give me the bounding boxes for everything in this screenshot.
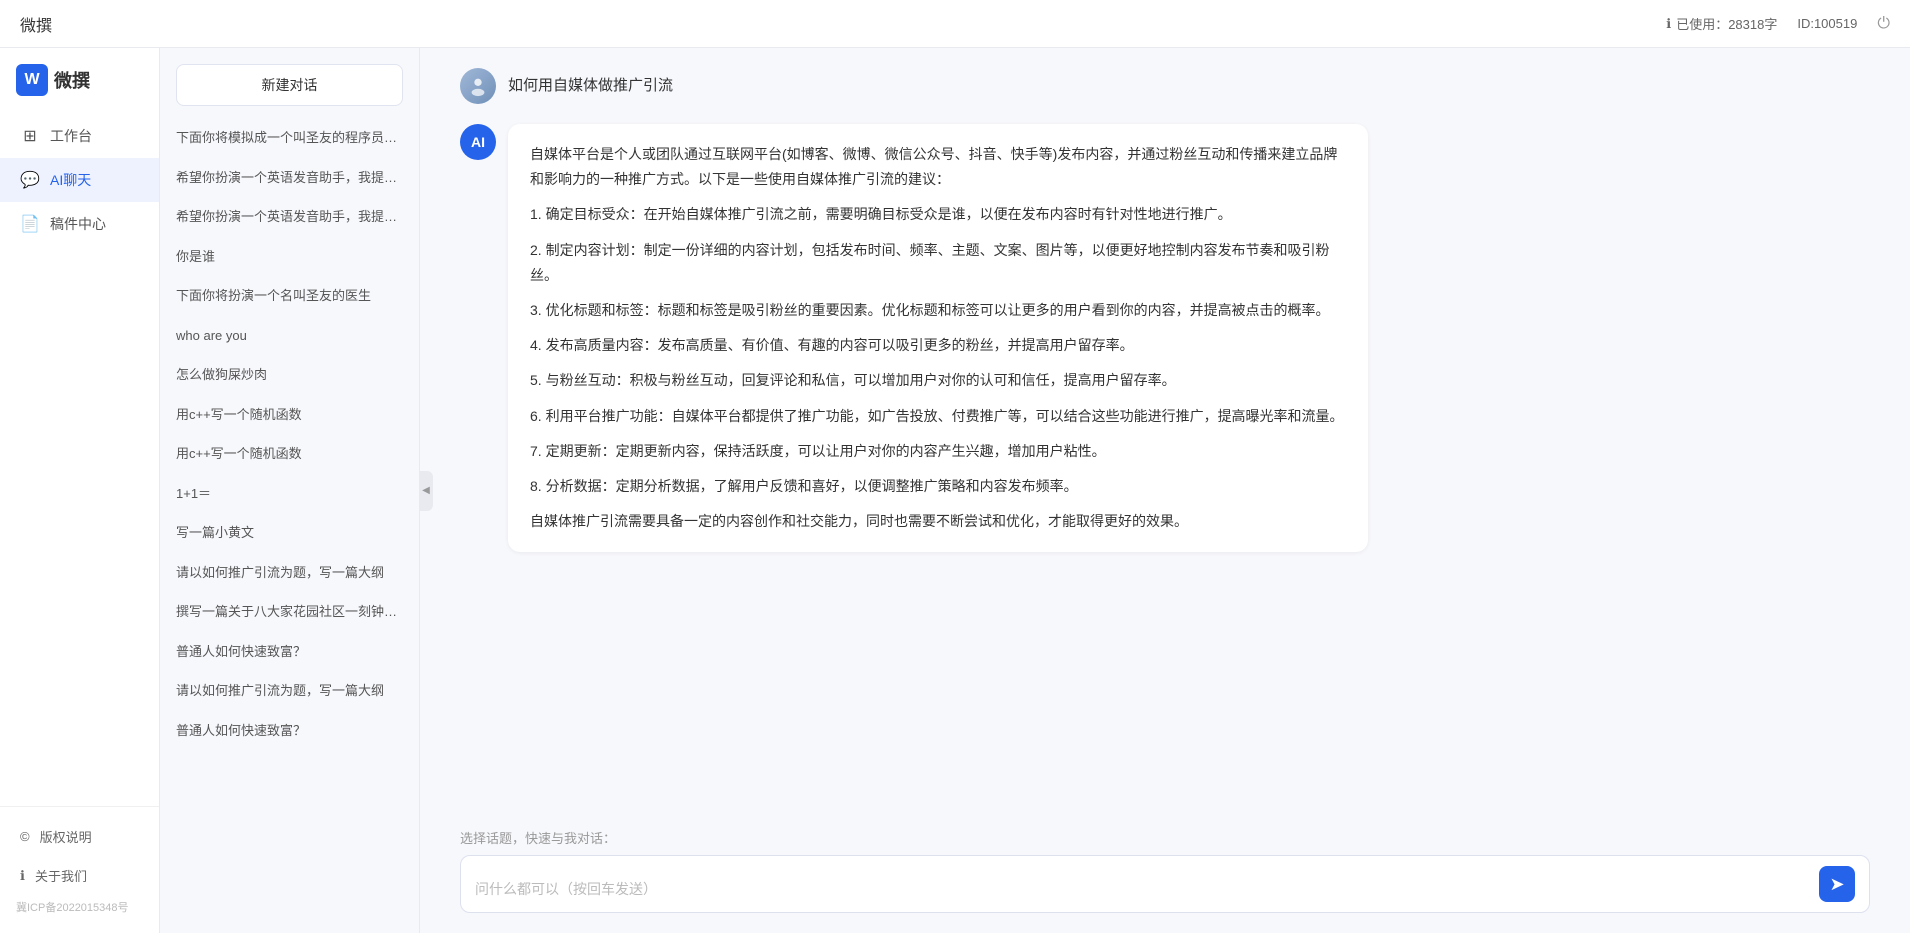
about-item[interactable]: ℹ 关于我们 (0, 856, 159, 895)
chat-list: 下面你将模拟成一个叫圣友的程序员、我说... 希望你扮演一个英语发音助手，我提供… (160, 114, 419, 933)
list-item[interactable]: 希望你扮演一个英语发音助手，我提供给你... (160, 197, 419, 237)
sidebar-item-drafts-label: 稿件中心 (50, 214, 106, 234)
id-label: ID:100519 (1797, 16, 1857, 31)
ai-para-5: 5. 与粉丝互动：积极与粉丝互动，回复评论和私信，可以增加用户对你的认可和信任，… (530, 368, 1346, 393)
topbar-right: ℹ 已使用：28318字 ID:100519 ⏻ (1666, 14, 1890, 33)
ai-para-8: 8. 分析数据：定期分析数据，了解用户反馈和喜好，以便调整推广策略和内容发布频率… (530, 474, 1346, 499)
sidebar-item-drafts[interactable]: 📄 稿件中心 (0, 202, 159, 246)
ai-para-9: 自媒体推广引流需要具备一定的内容创作和社交能力，同时也需要不断尝试和优化，才能取… (530, 509, 1346, 534)
chat-input[interactable] (475, 878, 1809, 902)
chat-main: 如何用自媒体做推广引流 AI 自媒体平台是个人或团队通过互联网平台(如博客、微博… (420, 48, 1910, 933)
ai-para-2: 2. 制定内容计划：制定一份详细的内容计划，包括发布时间、频率、主题、文案、图片… (530, 238, 1346, 288)
sidebar-footer: © 版权说明 ℹ 关于我们 冀ICP备2022015348号 (0, 806, 159, 933)
list-item[interactable]: 怎么做狗屎炒肉 (160, 355, 419, 395)
ai-chat-icon: 💬 (20, 170, 40, 190)
logo-icon: W (16, 64, 48, 96)
ai-para-4: 4. 发布高质量内容：发布高质量、有价值、有趣的内容可以吸引更多的粉丝，并提高用… (530, 333, 1346, 358)
list-item[interactable]: 普通人如何快速致富？ (160, 711, 419, 751)
send-icon: ➤ (1829, 874, 1844, 895)
new-chat-button[interactable]: 新建对话 (176, 64, 403, 106)
ai-para-0: 自媒体平台是个人或团队通过互联网平台(如博客、微博、微信公众号、抖音、快手等)发… (530, 142, 1346, 192)
list-item[interactable]: 希望你扮演一个英语发音助手，我提供给你... (160, 158, 419, 198)
ai-para-1: 1. 确定目标受众：在开始自媒体推广引流之前，需要明确目标受众是谁，以便在发布内… (530, 202, 1346, 227)
about-icon: ℹ (20, 868, 25, 884)
ai-para-3: 3. 优化标题和标签：标题和标签是吸引粉丝的重要因素。优化标题和标签可以让更多的… (530, 298, 1346, 323)
info-icon: ℹ (1666, 16, 1671, 32)
chat-messages: 如何用自媒体做推广引流 AI 自媒体平台是个人或团队通过互联网平台(如博客、微博… (420, 48, 1910, 816)
ai-para-6: 6. 利用平台推广功能：自媒体平台都提供了推广功能，如广告投放、付费推广等，可以… (530, 404, 1346, 429)
ai-message-bubble: 自媒体平台是个人或团队通过互联网平台(如博客、微博、微信公众号、抖音、快手等)发… (508, 124, 1368, 552)
sidebar-item-workspace[interactable]: ⊞ 工作台 (0, 114, 159, 158)
list-item[interactable]: who are you (160, 316, 419, 356)
sidebar-item-ai-chat[interactable]: 💬 AI聊天 (0, 158, 159, 202)
ai-para-7: 7. 定期更新：定期更新内容，保持活跃度，可以让用户对你的内容产生兴趣，增加用户… (530, 439, 1346, 464)
user-message-text: 如何用自媒体做推广引流 (508, 68, 673, 95)
chat-list-panel: 新建对话 下面你将模拟成一个叫圣友的程序员、我说... 希望你扮演一个英语发音助… (160, 48, 420, 933)
topbar: 微撰 ℹ 已使用：28318字 ID:100519 ⏻ (0, 0, 1910, 48)
copyright-item[interactable]: © 版权说明 (0, 817, 159, 856)
send-button[interactable]: ➤ (1819, 866, 1855, 902)
sidebar-item-workspace-label: 工作台 (50, 126, 92, 146)
chat-input-area: 选择话题，快速与我对话： ➤ (420, 816, 1910, 933)
sidebar: W 微撰 ⊞ 工作台 💬 AI聊天 📄 稿件中心 © 版权说明 ℹ (0, 48, 160, 933)
workspace-icon: ⊞ (20, 126, 40, 146)
main-layout: W 微撰 ⊞ 工作台 💬 AI聊天 📄 稿件中心 © 版权说明 ℹ (0, 48, 1910, 933)
list-item[interactable]: 下面你将模拟成一个叫圣友的程序员、我说... (160, 118, 419, 158)
user-avatar-inner (460, 68, 496, 104)
input-box-wrapper: ➤ (460, 855, 1870, 913)
usage-label: 已使用：28318字 (1676, 14, 1777, 33)
list-item[interactable]: 请以如何推广引流为题，写一篇大纲 (160, 553, 419, 593)
ai-message: AI 自媒体平台是个人或团队通过互联网平台(如博客、微博、微信公众号、抖音、快手… (460, 124, 1870, 552)
list-item[interactable]: 普通人如何快速致富？ (160, 632, 419, 672)
about-label: 关于我们 (35, 866, 87, 885)
list-item[interactable]: 1+1＝ (160, 474, 419, 514)
icp-text: 冀ICP备2022015348号 (0, 895, 159, 923)
list-item[interactable]: 你是谁 (160, 237, 419, 277)
power-icon[interactable]: ⏻ (1877, 15, 1890, 33)
drafts-icon: 📄 (20, 214, 40, 234)
quick-topics-label: 选择话题，快速与我对话： (460, 828, 1870, 847)
sidebar-logo: W 微撰 (0, 48, 159, 104)
copyright-icon: © (20, 829, 30, 844)
usage-info: ℹ 已使用：28318字 (1666, 14, 1777, 33)
sidebar-item-ai-chat-label: AI聊天 (50, 170, 91, 190)
list-item[interactable]: 下面你将扮演一个名叫圣友的医生 (160, 276, 419, 316)
list-item[interactable]: 写一篇小黄文 (160, 513, 419, 553)
ai-avatar: AI (460, 124, 496, 160)
list-item[interactable]: 用c++写一个随机函数 (160, 434, 419, 474)
copyright-label: 版权说明 (40, 827, 92, 846)
list-item[interactable]: 撰写一篇关于八大家花园社区一刻钟便民生... (160, 592, 419, 632)
user-avatar (460, 68, 496, 104)
logo-text: 微撰 (54, 67, 90, 93)
list-item[interactable]: 请以如何推广引流为题，写一篇大纲 (160, 671, 419, 711)
sidebar-nav: ⊞ 工作台 💬 AI聊天 📄 稿件中心 (0, 104, 159, 806)
topbar-title: 微撰 (20, 12, 1666, 36)
user-message: 如何用自媒体做推广引流 (460, 68, 1870, 104)
collapse-panel-button[interactable]: ◀ (419, 471, 433, 511)
list-item[interactable]: 用c++写一个随机函数 (160, 395, 419, 435)
